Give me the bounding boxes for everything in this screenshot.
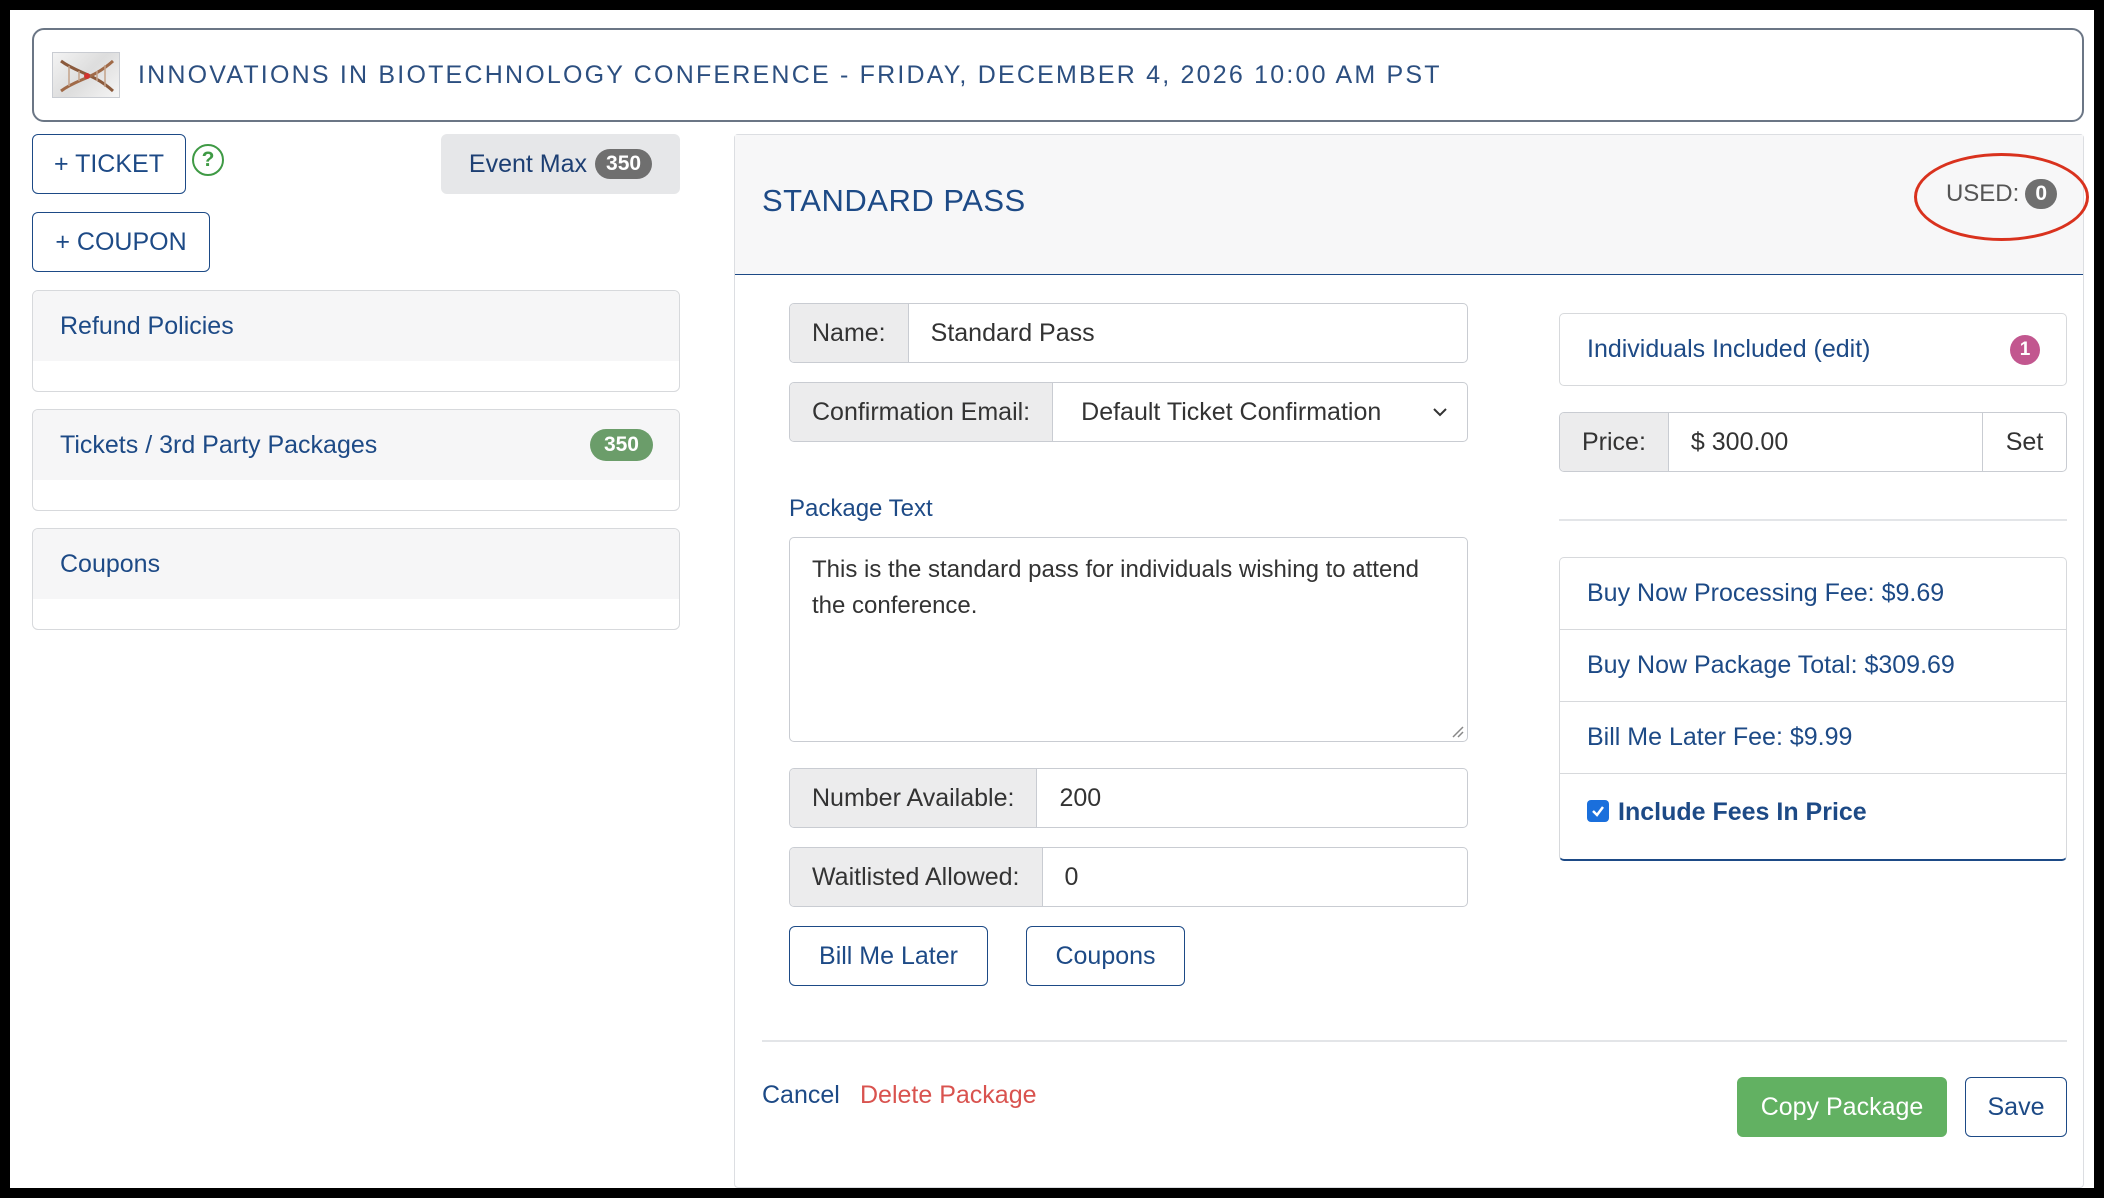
highlight-annotation-circle [1914,153,2089,241]
bill-later-fee-item: Bill Me Later Fee: $9.99 [1560,702,2066,774]
event-max-badge: 350 [595,149,653,179]
resize-grip-icon[interactable] [1450,724,1464,738]
add-coupon-button[interactable]: + COUPON [32,212,210,272]
price-divider [1559,519,2067,521]
name-input-group: Name: Standard Pass [789,303,1468,363]
confirmation-email-label: Confirmation Email: [790,383,1054,441]
price-input-group: Price: $ 300.00 Set [1559,412,2067,472]
waitlisted-allowed-group: Waitlisted Allowed: 0 [789,847,1468,907]
name-label: Name: [790,304,909,362]
number-available-input[interactable]: 200 [1037,769,1467,827]
coupons-button[interactable]: Coupons [1026,926,1185,986]
delete-package-link[interactable]: Delete Package [860,1081,1037,1110]
package-header: STANDARD PASS USED: 0 [735,135,2089,275]
save-button[interactable]: Save [1965,1077,2067,1137]
tickets-count-badge: 350 [589,429,653,461]
copy-package-button[interactable]: Copy Package [1737,1077,1947,1137]
waitlisted-allowed-label: Waitlisted Allowed: [790,848,1043,906]
include-fees-label[interactable]: Include Fees In Price [1618,798,1867,827]
tickets-packages-label[interactable]: Tickets / 3rd Party Packages [60,431,377,460]
price-label: Price: [1560,413,1669,471]
footer-divider [762,1040,2067,1042]
package-text-label: Package Text [789,495,933,522]
confirmation-email-group: Confirmation Email: Default Ticket Confi… [789,382,1468,442]
individuals-count-badge: 1 [2010,334,2040,365]
event-max-label: Event Max [468,149,588,178]
price-input[interactable]: $ 300.00 [1669,413,1983,471]
number-available-label: Number Available: [790,769,1038,827]
refund-policies-card[interactable]: Refund Policies [32,290,680,392]
app-window: INNOVATIONS IN BIOTECHNOLOGY CONFERENCE … [10,10,2094,1188]
package-text-textarea[interactable]: This is the standard pass for individual… [789,537,1468,742]
package-text-value: This is the standard pass for individual… [812,556,1419,619]
individuals-included-card[interactable]: Individuals Included (edit) 1 [1559,313,2067,386]
confirmation-email-value: Default Ticket Confirmation [1081,397,1382,426]
confirmation-email-select[interactable]: Default Ticket Confirmation [1053,383,1467,441]
bill-me-later-button[interactable]: Bill Me Later [789,926,988,986]
include-fees-item: Include Fees In Price [1560,774,2066,858]
set-price-button[interactable]: Set [1983,413,2066,471]
event-logo-image [52,52,120,98]
fees-list: Buy Now Processing Fee: $9.69 Buy Now Pa… [1559,557,2067,861]
coupons-card-label[interactable]: Coupons [60,550,160,579]
coupons-card[interactable]: Coupons [32,528,680,630]
number-available-group: Number Available: 200 [789,768,1468,828]
waitlisted-allowed-input[interactable]: 0 [1043,848,1468,906]
chevron-down-icon [1433,408,1447,417]
checkmark-icon [1592,806,1604,817]
include-fees-checkbox[interactable] [1587,800,1609,822]
cancel-link[interactable]: Cancel [762,1081,840,1110]
package-title: STANDARD PASS [762,183,1026,218]
individuals-included-link[interactable]: Individuals Included (edit) [1587,335,1871,364]
event-max-indicator: Event Max 350 [441,134,680,194]
help-icon[interactable]: ? [192,144,224,176]
package-total-item: Buy Now Package Total: $309.69 [1560,630,2066,702]
event-title: INNOVATIONS IN BIOTECHNOLOGY CONFERENCE … [138,60,1442,89]
event-header: INNOVATIONS IN BIOTECHNOLOGY CONFERENCE … [32,28,2084,122]
add-ticket-button[interactable]: + TICKET [32,134,186,194]
tickets-packages-card[interactable]: Tickets / 3rd Party Packages 350 [32,409,680,511]
refund-policies-label[interactable]: Refund Policies [60,312,234,341]
name-input[interactable]: Standard Pass [909,304,1467,362]
processing-fee-item: Buy Now Processing Fee: $9.69 [1560,558,2066,630]
package-editor-panel: STANDARD PASS USED: 0 Name: Standard Pas… [734,134,2089,1188]
